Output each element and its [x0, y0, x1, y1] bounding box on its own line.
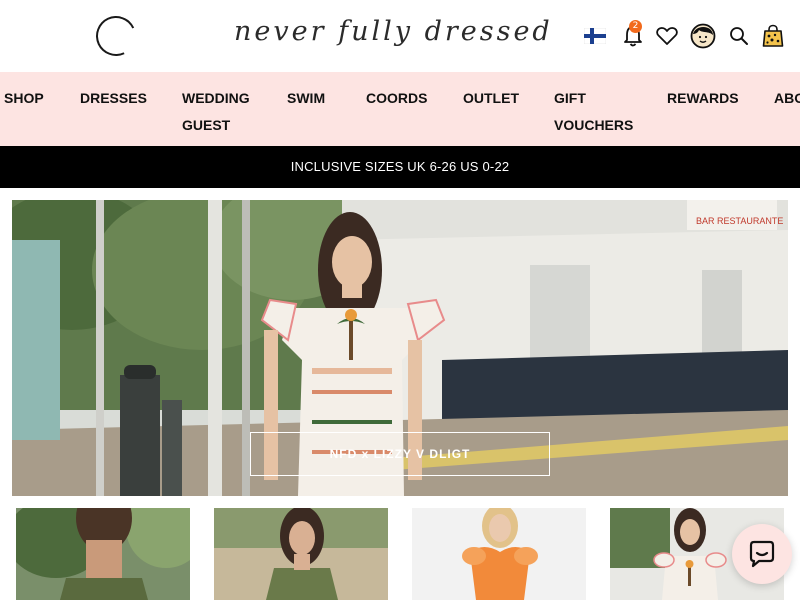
nav-item-swim[interactable]: SWIM — [287, 85, 325, 112]
announcement-bar: INCLUSIVE SIZES UK 6-26 US 0-22 — [0, 146, 800, 188]
heart-icon[interactable] — [654, 22, 680, 50]
loading-spinner-icon — [90, 10, 142, 62]
finland-flag-icon[interactable] — [584, 28, 606, 44]
account-face-icon[interactable] — [689, 22, 717, 50]
product-thumbnail[interactable] — [214, 508, 388, 600]
hero-banner[interactable]: BAR RESTAURANTE NFD x LIZZY V DLIGT — [12, 200, 788, 496]
hero-cta-button[interactable]: NFD x LIZZY V DLIGT — [250, 432, 550, 476]
search-icon[interactable] — [726, 22, 752, 50]
svg-text:never fully dressed: never fully dressed — [234, 16, 553, 47]
chat-bubble-icon — [749, 540, 775, 568]
nav-item-rewards[interactable]: REWARDS — [667, 85, 739, 112]
product-thumbnail[interactable] — [412, 508, 586, 600]
nav-item-wedding-guest[interactable]: WEDDING GUEST — [182, 85, 262, 139]
notification-badge: 2 — [629, 20, 642, 33]
nav-item-gift-vouchers[interactable]: GIFT VOUCHERS — [554, 85, 638, 139]
nav-item-outlet[interactable]: OUTLET — [463, 85, 519, 112]
chat-launcher-button[interactable] — [732, 524, 792, 584]
site-header: never fully dressed 2 — [0, 0, 800, 72]
nav-item-shop[interactable]: SHOP — [4, 85, 44, 112]
svg-text:BAR RESTAURANTE: BAR RESTAURANTE — [696, 216, 783, 226]
product-thumbnail[interactable] — [16, 508, 190, 600]
nav-item-dresses[interactable]: DRESSES — [80, 85, 147, 112]
nav-item-about[interactable]: ABO — [774, 85, 800, 112]
nav-item-coords[interactable]: COORDS — [366, 85, 427, 112]
brand-logo[interactable]: never fully dressed — [232, 10, 558, 60]
main-navigation: SHOP DRESSES WEDDING GUEST SWIM COORDS O… — [0, 72, 800, 146]
shopping-bag-icon[interactable] — [760, 22, 786, 50]
